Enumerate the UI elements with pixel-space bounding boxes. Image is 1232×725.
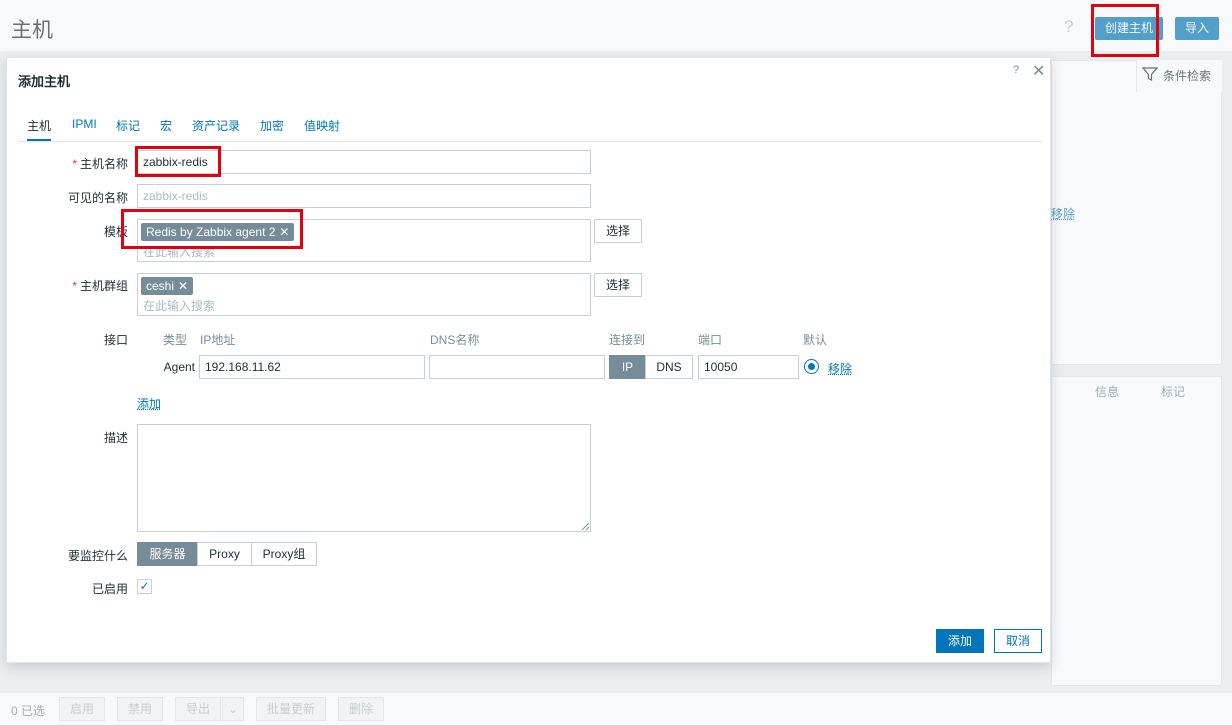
- host-name-label: * 主机名称: [72, 157, 128, 171]
- monitored-by-server[interactable]: 服务器: [137, 542, 198, 566]
- visible-name-label: 可见的名称: [67, 191, 128, 205]
- dialog-title: 添加主机: [18, 74, 71, 89]
- monitored-by-proxy-group[interactable]: Proxy组: [251, 542, 317, 566]
- interface-dns-input[interactable]: [429, 355, 605, 379]
- cancel-button[interactable]: 取消: [994, 629, 1043, 653]
- interface-port-header: 端口: [698, 333, 723, 347]
- resize-grip-icon[interactable]: [581, 522, 589, 530]
- dialog-tabs: 主机 IPMI 标记 宏 资产记录 加密 值映射: [18, 115, 1042, 142]
- description-label: 描述: [103, 431, 128, 445]
- interface-remove-link[interactable]: 移除: [828, 360, 852, 377]
- enabled-checkbox[interactable]: ✓: [137, 579, 152, 594]
- tab-encryption[interactable]: 加密: [260, 117, 284, 141]
- add-button[interactable]: 添加: [936, 629, 985, 653]
- monitored-by-label: 要监控什么: [67, 549, 128, 563]
- host-group-chip: ceshi ✕: [141, 277, 194, 295]
- required-mark: *: [72, 157, 77, 171]
- dialog-help-icon[interactable]: ?: [1013, 64, 1019, 76]
- host-groups-search-input[interactable]: 在此输入搜索: [143, 297, 215, 314]
- interface-type-agent: Agent: [163, 360, 195, 374]
- highlight-create-host: [1091, 4, 1159, 57]
- highlight-template: [121, 209, 303, 249]
- templates-label: 模板: [103, 225, 128, 239]
- interface-type-header: 类型: [163, 333, 188, 347]
- close-icon[interactable]: ✕: [1032, 61, 1045, 81]
- interface-port-input[interactable]: 10050: [698, 355, 799, 379]
- templates-select-button[interactable]: 选择: [594, 219, 643, 243]
- interface-connect-header: 连接到: [609, 333, 646, 347]
- tab-inventory[interactable]: 资产记录: [192, 117, 240, 141]
- interface-ip-input[interactable]: 192.168.11.62: [199, 355, 425, 379]
- tab-ipmi[interactable]: IPMI: [72, 117, 97, 141]
- connect-ip-toggle[interactable]: IP: [609, 355, 646, 379]
- host-groups-select-button[interactable]: 选择: [594, 273, 643, 297]
- enabled-label: 已启用: [91, 582, 128, 596]
- add-interface-link[interactable]: 添加: [137, 395, 161, 412]
- interface-dns-header: DNS名称: [430, 333, 480, 347]
- host-groups-multiselect[interactable]: ceshi ✕ 在此输入搜索: [137, 273, 591, 316]
- tab-tags[interactable]: 标记: [116, 117, 140, 141]
- description-textarea[interactable]: [137, 424, 591, 532]
- tab-macros[interactable]: 宏: [160, 117, 172, 141]
- default-interface-radio[interactable]: [804, 359, 819, 374]
- tab-value-mapping[interactable]: 值映射: [304, 117, 340, 141]
- host-groups-label: * 主机群组: [72, 279, 128, 293]
- chip-remove-icon[interactable]: ✕: [178, 279, 188, 293]
- tab-host[interactable]: 主机: [27, 117, 52, 141]
- interfaces-label: 接口: [103, 333, 128, 347]
- monitored-by-proxy[interactable]: Proxy: [197, 542, 252, 566]
- interface-default-header: 默认: [803, 333, 828, 347]
- visible-name-input[interactable]: zabbix-redis: [137, 184, 591, 208]
- required-mark: *: [72, 279, 77, 293]
- connect-dns-toggle[interactable]: DNS: [645, 355, 693, 379]
- interface-ip-header: IP地址: [200, 333, 236, 347]
- highlight-host-name: [135, 146, 221, 177]
